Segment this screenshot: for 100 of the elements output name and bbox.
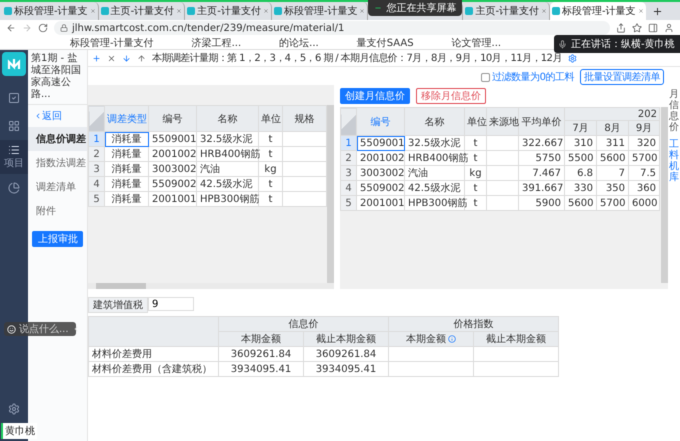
close-icon[interactable] bbox=[359, 8, 366, 14]
column-header[interactable]: 单位 bbox=[464, 108, 486, 136]
settings-icon[interactable] bbox=[568, 54, 577, 62]
row-number: 2 bbox=[88, 146, 104, 162]
table-cell: 391.667 bbox=[518, 180, 564, 196]
table-cell bbox=[486, 196, 518, 210]
table-cell: 7 bbox=[596, 166, 628, 180]
table-cell: 5509001 bbox=[148, 132, 196, 146]
bookmark[interactable]: 标段管理-计量支付 bbox=[70, 36, 154, 50]
row-number: 5 bbox=[88, 192, 104, 206]
browser-tab[interactable]: 标段管理-计量支 bbox=[550, 2, 646, 20]
column-header[interactable]: 9月 bbox=[628, 120, 660, 136]
share-icon[interactable] bbox=[616, 23, 626, 33]
table-cell: 5600 bbox=[596, 150, 628, 166]
column-header[interactable]: 编号 bbox=[356, 108, 404, 136]
profile-icon[interactable] bbox=[664, 23, 674, 33]
scrollbar[interactable] bbox=[327, 105, 334, 283]
table-cell: 3609261.84 bbox=[304, 346, 388, 362]
column-header[interactable]: 名称 bbox=[196, 106, 258, 132]
close-icon[interactable] bbox=[176, 8, 182, 14]
column-header[interactable]: 编号 bbox=[148, 106, 196, 132]
table-cell: 2001001 bbox=[356, 196, 404, 210]
tab-favicon-icon bbox=[552, 7, 560, 15]
sidebar-item[interactable]: 附件 bbox=[28, 199, 87, 223]
close-icon[interactable] bbox=[541, 8, 548, 14]
column-header[interactable]: 单位 bbox=[258, 106, 282, 132]
column-header[interactable]: 7月 bbox=[564, 120, 596, 136]
address-bar[interactable]: jlhw.smartcost.com.cn/tender/239/measure/material/1 bbox=[54, 21, 610, 35]
tab-favicon-icon bbox=[4, 7, 12, 15]
column-header[interactable]: 8月 bbox=[596, 120, 628, 136]
close-icon[interactable] bbox=[638, 8, 644, 14]
column-header[interactable]: 名称 bbox=[404, 108, 464, 136]
app-logo-icon[interactable] bbox=[2, 52, 26, 76]
tax-input[interactable]: 9 bbox=[148, 297, 194, 311]
table-cell bbox=[282, 176, 326, 192]
table-cell: 5509002 bbox=[148, 176, 196, 192]
reload-icon[interactable] bbox=[38, 23, 48, 33]
side-tab[interactable]: 工料机库 bbox=[669, 139, 679, 183]
sidebar-item[interactable]: 调差清单 bbox=[28, 175, 87, 199]
delete-icon[interactable] bbox=[107, 54, 116, 62]
close-icon[interactable] bbox=[90, 8, 96, 14]
create-button[interactable]: 创建月信息价 bbox=[340, 88, 410, 104]
chat-placeholder: 说点什么... bbox=[19, 322, 69, 336]
column-group-header: 信息价 bbox=[218, 316, 388, 332]
table-cell: t bbox=[258, 192, 282, 206]
table-cell: 3934095.41 bbox=[218, 362, 304, 376]
bookmark[interactable]: 量支付SAAS bbox=[356, 36, 414, 50]
user-name: 黄巾桃 bbox=[1, 423, 37, 439]
back-link[interactable]: 返回 bbox=[28, 105, 87, 127]
nav-item[interactable]: 项目 bbox=[0, 140, 28, 174]
column-header: 本期金额 bbox=[388, 332, 474, 346]
settings-icon[interactable] bbox=[8, 403, 20, 415]
submit-button[interactable]: 上报审批 bbox=[32, 231, 83, 247]
table-cell: 3003002 bbox=[356, 166, 404, 180]
scrollbar[interactable] bbox=[88, 283, 334, 289]
scrollbar[interactable] bbox=[661, 107, 668, 283]
column-header[interactable]: 规格 bbox=[282, 106, 326, 132]
table-cell bbox=[282, 132, 326, 146]
table-cell: 330 bbox=[564, 180, 596, 196]
remove-button[interactable]: 移除月信息价 bbox=[416, 88, 486, 104]
column-header[interactable]: 来源地 bbox=[486, 108, 518, 136]
table-cell: 消耗量 bbox=[104, 176, 148, 192]
tab-title: 标段管理-计量支 bbox=[284, 4, 358, 18]
table-cell: 5600 bbox=[564, 196, 596, 210]
move-up-icon[interactable] bbox=[137, 54, 146, 62]
tab-title: 标段管理-计量支 bbox=[562, 4, 636, 18]
back-icon[interactable] bbox=[6, 23, 16, 33]
add-icon[interactable] bbox=[92, 54, 101, 62]
row-number: 3 bbox=[340, 166, 356, 180]
table-cell: 材料价差费用（含建筑税） bbox=[88, 362, 218, 376]
table-cell: 350 bbox=[596, 180, 628, 196]
sidebar-item[interactable]: 信息价调差 bbox=[28, 127, 87, 151]
table-cell: t bbox=[258, 146, 282, 162]
chat-input[interactable]: 说点什么... bbox=[4, 322, 76, 336]
bookmark[interactable]: 的论坛... bbox=[279, 36, 319, 50]
table-cell: 32.5级水泥 bbox=[404, 136, 464, 150]
column-header: 本期金额 bbox=[218, 332, 304, 346]
info-icon[interactable] bbox=[448, 335, 456, 344]
table-cell: 320 bbox=[628, 136, 660, 150]
table-cell: 310 bbox=[564, 136, 596, 150]
table-cell: 5509001 bbox=[356, 136, 404, 150]
side-tab[interactable]: 月信息价 bbox=[669, 89, 679, 133]
bookmark[interactable]: 论文管理... bbox=[452, 36, 502, 50]
bookmark[interactable]: 济梁工程... bbox=[192, 36, 242, 50]
table-cell: 5900 bbox=[518, 196, 564, 210]
column-header[interactable]: 平均单价 bbox=[518, 108, 564, 136]
table-cell: 322.667 bbox=[518, 136, 564, 150]
smile-icon bbox=[7, 324, 16, 334]
side-panel-icon[interactable] bbox=[648, 23, 658, 33]
filter-checkbox[interactable]: 过滤数量为0的工料 bbox=[481, 70, 574, 84]
move-down-icon[interactable] bbox=[122, 54, 131, 62]
column-header[interactable]: 调差类型 bbox=[104, 106, 148, 132]
star-icon[interactable] bbox=[632, 23, 642, 33]
sidebar-item[interactable]: 指数法调差 bbox=[28, 151, 87, 175]
check-icon bbox=[8, 92, 20, 104]
column-header: 截止本期金额 bbox=[304, 332, 388, 346]
batch-set-button[interactable]: 批量设置调差清单 bbox=[580, 69, 664, 85]
chevron-left-icon bbox=[34, 112, 42, 120]
new-tab-icon[interactable] bbox=[652, 6, 663, 17]
close-icon[interactable] bbox=[262, 8, 269, 14]
